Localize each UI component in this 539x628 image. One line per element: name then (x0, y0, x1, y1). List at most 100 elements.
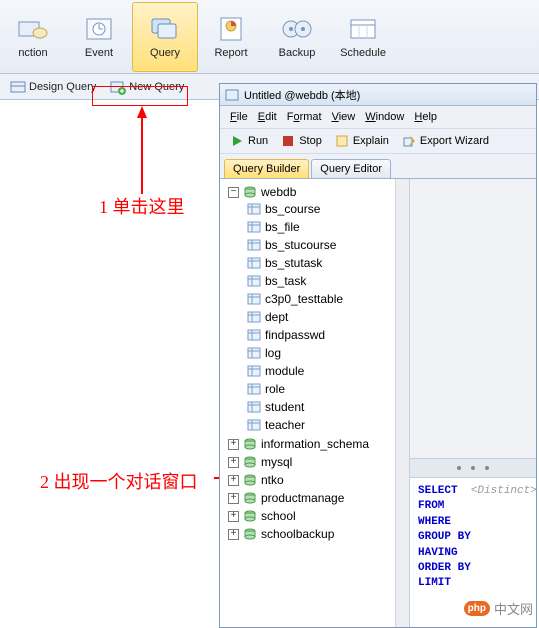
expand-icon[interactable]: + (228, 511, 239, 522)
stop-icon (280, 133, 296, 149)
menu-edit[interactable]: Edit (254, 109, 281, 125)
canvas-area[interactable] (410, 179, 536, 459)
titlebar: Untitled @webdb (本地) (220, 84, 536, 106)
db-label: productmanage (261, 491, 344, 505)
db-tree[interactable]: − webdb bs_course bs_file bs_stucourse bs_s… (222, 183, 407, 543)
table-name: bs_stucourse (265, 238, 336, 252)
db-information-schema[interactable]: + information_schema (228, 436, 407, 452)
menu-file[interactable]: FFileile (226, 109, 252, 125)
db-label: schoolbackup (261, 527, 334, 541)
table-icon (246, 399, 262, 415)
db-label: webdb (261, 185, 296, 199)
distinct-placeholder: <Distinct> (471, 485, 536, 497)
table-row[interactable]: bs_stucourse (246, 237, 407, 253)
arrow-1 (128, 106, 158, 196)
table-icon (246, 363, 262, 379)
toolbar-event[interactable]: Event (66, 2, 132, 72)
database-icon (242, 472, 258, 488)
toolbar-report[interactable]: Report (198, 2, 264, 72)
kw-having: HAVING (418, 547, 458, 559)
table-name: student (265, 400, 304, 414)
toolbar-label: Query (150, 47, 180, 59)
kw-from: FROM (418, 500, 444, 512)
db-schoolbackup[interactable]: + schoolbackup (228, 526, 407, 542)
toolbar-label: Report (214, 47, 247, 59)
collapse-icon[interactable]: − (228, 187, 239, 198)
toolbar-backup[interactable]: Backup (264, 2, 330, 72)
tree-scrollbar[interactable] (395, 179, 409, 627)
table-icon (246, 345, 262, 361)
toolbar-schedule[interactable]: Schedule (330, 2, 396, 72)
table-name: dept (265, 310, 288, 324)
table-name: role (265, 382, 285, 396)
play-icon (229, 133, 245, 149)
table-row[interactable]: c3p0_testtable (246, 291, 407, 307)
query-window: Untitled @webdb (本地) FFileile Edit Forma… (219, 83, 537, 628)
table-row[interactable]: role (246, 381, 407, 397)
expand-icon[interactable]: + (228, 475, 239, 486)
run-button[interactable]: Run (224, 131, 273, 151)
table-row[interactable]: module (246, 363, 407, 379)
table-icon (246, 291, 262, 307)
tab-query-editor[interactable]: Query Editor (311, 159, 391, 178)
db-webdb[interactable]: − webdb (228, 184, 407, 200)
tab-query-builder[interactable]: Query Builder (224, 159, 309, 178)
menu-help[interactable]: Help (410, 109, 441, 125)
database-icon (242, 508, 258, 524)
tabs: Query Builder Query Editor (220, 154, 536, 178)
expand-icon[interactable]: + (228, 457, 239, 468)
database-icon (242, 184, 258, 200)
design-label: Design Query (29, 81, 96, 93)
window-title: Untitled @webdb (本地) (244, 87, 360, 103)
table-row[interactable]: teacher (246, 417, 407, 433)
stop-button[interactable]: Stop (275, 131, 327, 151)
table-row[interactable]: bs_task (246, 273, 407, 289)
export-icon (401, 133, 417, 149)
toolbar-query[interactable]: Query (132, 2, 198, 72)
expand-icon[interactable]: + (228, 439, 239, 450)
design-query-button[interactable]: Design Query (4, 77, 102, 97)
table-row[interactable]: log (246, 345, 407, 361)
table-icon (246, 201, 262, 217)
db-ntko[interactable]: +ntko (228, 472, 407, 488)
connection-icon (16, 15, 50, 43)
explain-icon (334, 133, 350, 149)
expand-icon[interactable]: + (228, 529, 239, 540)
new-query-button[interactable]: New Query (104, 77, 190, 97)
toolbar-label: Event (85, 47, 113, 59)
design-icon (10, 79, 26, 95)
db-label: school (261, 509, 296, 523)
table-name: module (265, 364, 304, 378)
explain-button[interactable]: Explain (329, 131, 394, 151)
new-query-label: New Query (129, 81, 184, 93)
new-query-icon (110, 79, 126, 95)
table-icon (246, 309, 262, 325)
table-name: log (265, 346, 281, 360)
export-wizard-button[interactable]: Export Wizard (396, 131, 494, 151)
dock-handle[interactable] (410, 459, 536, 477)
backup-icon (280, 15, 314, 43)
db-productmanage[interactable]: + productmanage (228, 490, 407, 506)
event-icon (82, 15, 116, 43)
table-row[interactable]: dept (246, 309, 407, 325)
table-row[interactable]: bs_stutask (246, 255, 407, 271)
menu-format[interactable]: Format (283, 109, 326, 125)
kw-select: SELECT (418, 485, 458, 497)
kw-where: WHERE (418, 516, 451, 528)
actionbar: Run Stop Explain Export Wizard (220, 128, 536, 154)
toolbar-connection[interactable]: nction (0, 2, 66, 72)
db-mysql[interactable]: +mysql (228, 454, 407, 470)
table-row[interactable]: bs_course (246, 201, 407, 217)
table-row[interactable]: findpasswd (246, 327, 407, 343)
table-name: bs_course (265, 202, 320, 216)
db-label: information_schema (261, 437, 369, 451)
table-row[interactable]: student (246, 399, 407, 415)
kw-orderby: ORDER BY (418, 562, 471, 574)
table-row[interactable]: bs_file (246, 219, 407, 235)
table-icon (246, 237, 262, 253)
expand-icon[interactable]: + (228, 493, 239, 504)
db-school[interactable]: + school (228, 508, 407, 524)
menu-window[interactable]: Window (361, 109, 408, 125)
toolbar-label: Backup (279, 47, 316, 59)
menu-view[interactable]: View (328, 109, 360, 125)
